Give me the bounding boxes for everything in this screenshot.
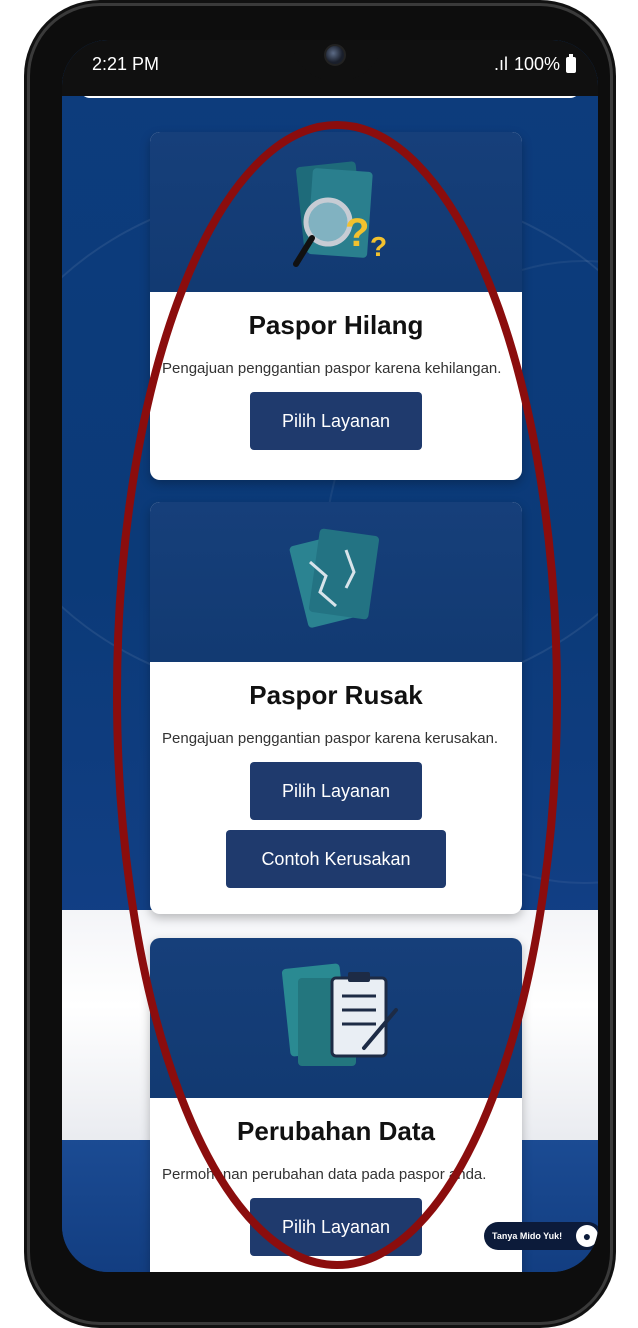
signal-icon: .ıl	[493, 54, 508, 74]
assistant-avatar-icon: ●	[576, 1225, 598, 1247]
camera-icon	[324, 44, 346, 66]
battery-level: 100%	[513, 54, 560, 74]
battery-icon	[566, 53, 576, 73]
highlight-oval	[113, 121, 561, 1269]
status-indicators: .ıl 100%	[493, 53, 576, 75]
status-time: 2:21 PM	[92, 54, 160, 74]
